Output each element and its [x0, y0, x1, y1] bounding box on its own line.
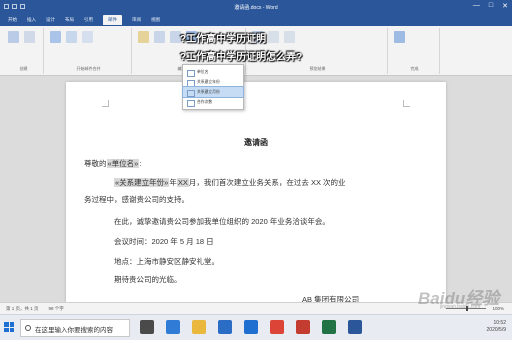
signature: AB 集团有限公司	[302, 295, 360, 302]
overlay-caption-1: ?工作高中学历证明	[180, 34, 267, 45]
select-recipients-icon[interactable]	[66, 31, 77, 43]
closing: 期待贵公司的光临。	[114, 275, 182, 284]
explorer-icon[interactable]	[192, 320, 206, 334]
menu-item-relation-month[interactable]: 关系建立月份	[182, 86, 244, 98]
task-view-icon[interactable]	[140, 320, 154, 334]
excel-icon[interactable]	[322, 320, 336, 334]
merge-field-year[interactable]: «关系建立年份»	[114, 178, 170, 187]
group-label: 创建	[19, 66, 28, 71]
minimize-button[interactable]: —	[473, 2, 480, 10]
document-area: 邀请函 尊敬的«单位名»: «关系建立年份»年XX月，我们首次建立业务关系，在过…	[0, 76, 512, 302]
text-year: 年	[169, 178, 177, 187]
text-continuation: 月，我们首次建立业务关系，在过去 XX 次的业	[188, 178, 346, 187]
tab-layout[interactable]: 布局	[65, 17, 74, 23]
highlight-fields-icon[interactable]	[138, 31, 149, 43]
clock-date: 2020/5/9	[486, 327, 506, 333]
taskbar-apps	[140, 320, 362, 334]
ribbon-group-create: 创建	[4, 28, 44, 74]
group-label: 开始邮件合并	[76, 66, 101, 71]
wps-icon[interactable]	[296, 320, 310, 334]
check-errors-icon[interactable]	[284, 31, 295, 43]
clock[interactable]: 10:52 2020/5/9	[487, 320, 506, 334]
meeting-time: 会议时间：2020 年 5 月 18 日	[114, 237, 214, 246]
watermark-url: jingyan.baidu.com	[440, 304, 481, 310]
mail-icon[interactable]	[244, 320, 258, 334]
start-merge-icon[interactable]	[50, 31, 61, 43]
merge-field-month[interactable]: XX	[176, 178, 189, 187]
store-icon[interactable]	[218, 320, 232, 334]
title-bar: 邀请函.docx - Word — □ ✕	[0, 0, 512, 14]
tab-home[interactable]: 开始	[8, 17, 17, 23]
ribbon-tabs: 开始 插入 设计 布局 引用 邮件 审阅 视图	[0, 14, 512, 26]
location: 地点：上海市静安区静安礼堂。	[114, 257, 219, 266]
tab-insert[interactable]: 插入	[27, 17, 36, 23]
ribbon-group-start-merge: 开始邮件合并	[46, 28, 132, 74]
page-count[interactable]: 第 1 页，共 1 页	[6, 306, 39, 312]
paragraph-2: 在此，诚挚邀请贵公司参加我单位组织的 2020 年业务洽谈年会。	[114, 217, 330, 226]
chrome-icon[interactable]	[270, 320, 284, 334]
group-label: 完成	[410, 66, 419, 71]
greeting-prefix: 尊敬的	[84, 159, 107, 168]
address-block-icon[interactable]	[154, 31, 165, 43]
margin-mark	[403, 100, 410, 107]
finish-merge-icon[interactable]	[394, 31, 405, 43]
tab-mailings[interactable]: 邮件	[103, 15, 122, 25]
margin-mark	[102, 100, 109, 107]
search-icon	[25, 325, 31, 331]
tab-design[interactable]: 设计	[46, 17, 55, 23]
window-title: 邀请函.docx - Word	[234, 5, 278, 11]
clock-time: 10:52	[493, 320, 506, 326]
menu-item-relation-year[interactable]: 关系建立年份	[183, 77, 243, 87]
edge-icon[interactable]	[166, 320, 180, 334]
ribbon-group-finish: 完成	[390, 28, 440, 74]
greeting-suffix: :	[139, 159, 142, 168]
label-icon[interactable]	[24, 31, 35, 43]
edit-recipients-icon[interactable]	[82, 31, 93, 43]
close-button[interactable]: ✕	[502, 2, 508, 10]
tab-references[interactable]: 引用	[84, 17, 93, 23]
tab-review[interactable]: 审阅	[132, 17, 141, 23]
overlay-caption-2: ?工作高中学历证明怎么弄?	[180, 52, 303, 63]
taskbar: 在这里输入你要搜索的内容 10:52 2020/5/9	[0, 314, 512, 340]
group-label: 预览结果	[309, 66, 326, 71]
maximize-button[interactable]: □	[489, 2, 493, 10]
document-page[interactable]: 邀请函 尊敬的«单位名»: «关系建立年份»年XX月，我们首次建立业务关系，在过…	[66, 82, 446, 302]
search-placeholder: 在这里输入你要搜索的内容	[35, 327, 113, 334]
menu-item-unit-name[interactable]: 单位名	[183, 67, 243, 77]
taskbar-search-input[interactable]: 在这里输入你要搜索的内容	[20, 319, 130, 337]
windows-start-icon[interactable]	[4, 322, 14, 332]
menu-item-cooperation-count[interactable]: 合作次数	[183, 97, 243, 107]
paragraph-1-line-2: 务过程中，感谢贵公司的支持。	[84, 195, 189, 204]
tab-view[interactable]: 视图	[151, 17, 160, 23]
doc-title: 邀请函	[244, 138, 268, 147]
paragraph-1-line-1: «关系建立年份»年XX月，我们首次建立业务关系，在过去 XX 次的业	[114, 177, 346, 188]
word-count[interactable]: 98 个字	[49, 306, 64, 312]
word-icon[interactable]	[348, 320, 362, 334]
merge-field-unit-name[interactable]: «单位名»	[106, 159, 140, 168]
find-recipient-icon[interactable]	[268, 31, 279, 43]
envelope-icon[interactable]	[8, 31, 19, 43]
greeting-line: 尊敬的«单位名»:	[84, 158, 141, 169]
window-controls: — □ ✕	[473, 2, 508, 10]
insert-merge-field-menu: 单位名 关系建立年份 关系建立月份 合作次数	[182, 64, 244, 110]
